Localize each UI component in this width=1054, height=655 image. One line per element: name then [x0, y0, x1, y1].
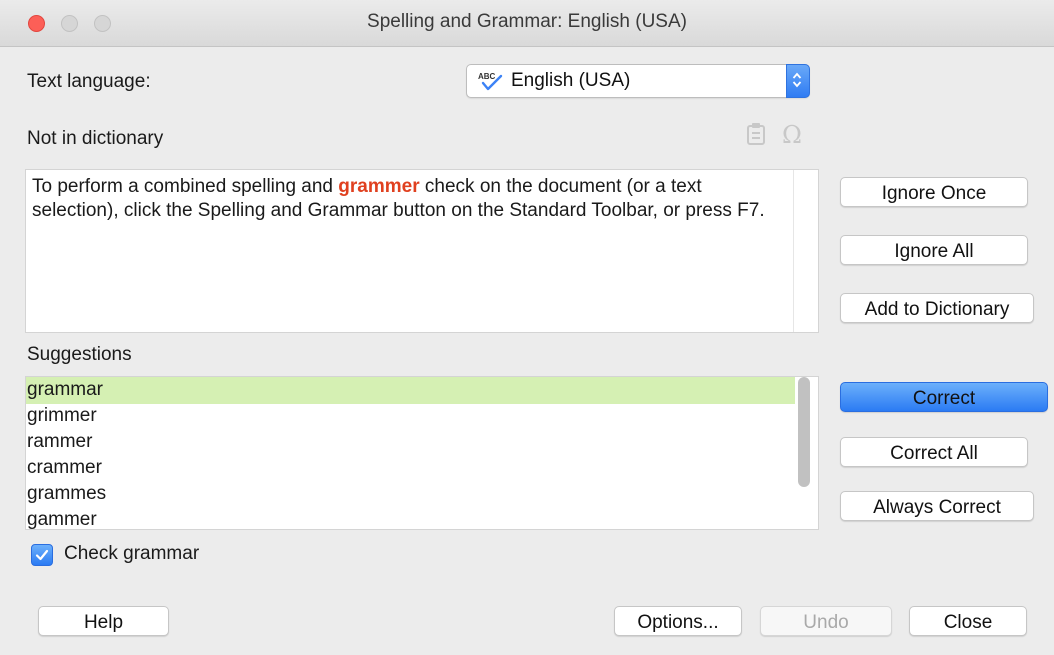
chevron-up-down-icon[interactable]	[786, 64, 810, 98]
sentence-text: To perform a combined spelling and gramm…	[32, 176, 765, 221]
add-to-dictionary-button[interactable]: Add to Dictionary	[840, 293, 1034, 323]
correct-button[interactable]: Correct	[840, 382, 1048, 412]
help-button[interactable]: Help	[38, 606, 169, 636]
text-language-label: Text language:	[27, 71, 151, 92]
svg-text:ABC: ABC	[478, 72, 496, 81]
not-in-dictionary-label: Not in dictionary	[27, 128, 164, 149]
paste-icon[interactable]	[746, 122, 768, 146]
close-button[interactable]: Close	[909, 606, 1027, 636]
suggestions-scrollbar[interactable]	[798, 377, 810, 487]
list-item[interactable]: grammes	[26, 481, 795, 508]
special-character-omega-icon[interactable]: Ω	[781, 122, 807, 146]
checkmark-icon	[35, 549, 49, 561]
ignore-once-button[interactable]: Ignore Once	[840, 177, 1028, 207]
svg-text:Ω: Ω	[782, 122, 802, 146]
correct-all-button[interactable]: Correct All	[840, 437, 1028, 467]
list-item[interactable]: rammer	[26, 429, 795, 456]
check-grammar-checkbox[interactable]	[31, 544, 53, 566]
text-language-select[interactable]: ABC English (USA)	[466, 64, 810, 98]
options-button[interactable]: Options...	[614, 606, 742, 636]
undo-button[interactable]: Undo	[760, 606, 892, 636]
list-item[interactable]: grimmer	[26, 403, 795, 430]
list-item[interactable]: gammer	[26, 507, 795, 529]
list-item[interactable]: grammar	[26, 377, 795, 404]
not-in-dictionary-textbox[interactable]: To perform a combined spelling and gramm…	[25, 169, 819, 333]
ignore-all-button[interactable]: Ignore All	[840, 235, 1028, 265]
suggestions-label: Suggestions	[27, 344, 132, 365]
title-bar: Spelling and Grammar: English (USA)	[0, 0, 1054, 47]
always-correct-button[interactable]: Always Correct	[840, 491, 1034, 521]
window-title: Spelling and Grammar: English (USA)	[367, 11, 687, 32]
spellcheck-icon: ABC	[478, 72, 503, 91]
spelling-grammar-dialog: Spelling and Grammar: English (USA) Text…	[0, 0, 1054, 655]
misspelled-word: grammer	[338, 176, 420, 197]
textbox-scroll-track	[793, 170, 794, 332]
list-item[interactable]: crammer	[26, 455, 795, 482]
check-grammar-label: Check grammar	[64, 543, 200, 564]
text-language-value: English (USA)	[511, 70, 631, 91]
suggestions-list[interactable]: grammar grimmer rammer crammer grammes g…	[25, 376, 819, 530]
